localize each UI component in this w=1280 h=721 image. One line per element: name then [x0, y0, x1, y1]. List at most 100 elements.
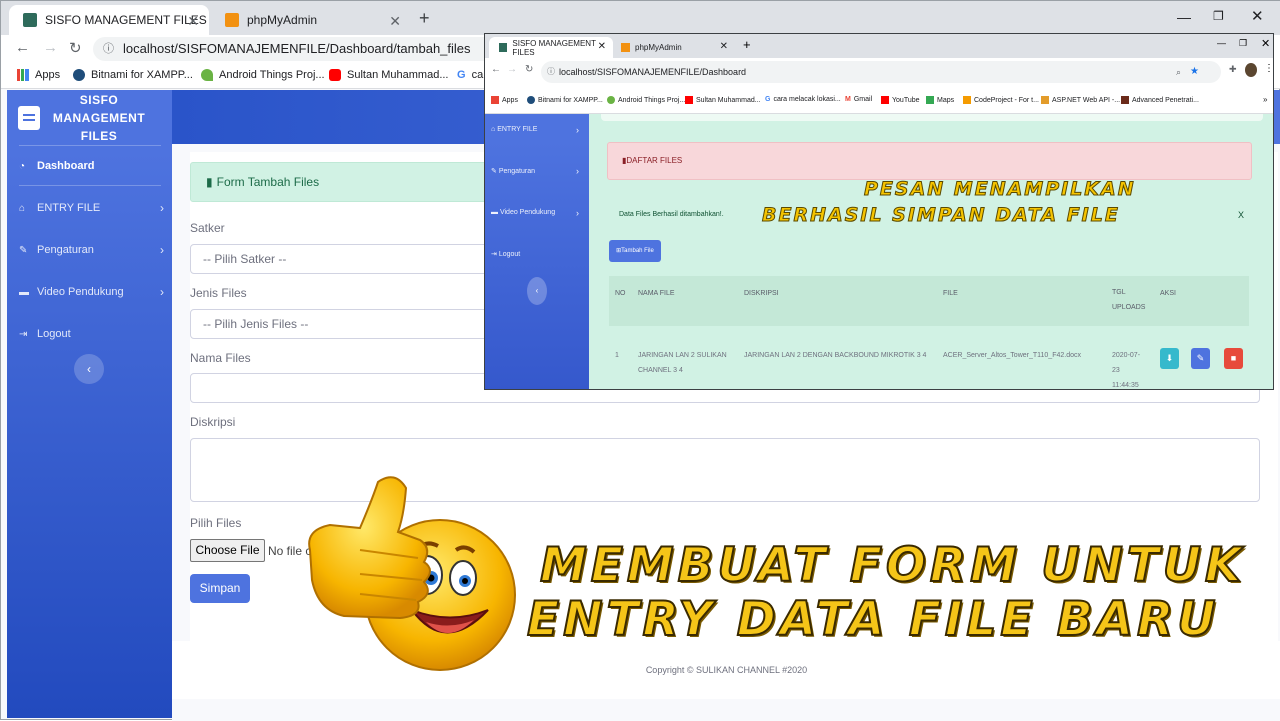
bookmark-gmail[interactable]: M Gmail	[845, 96, 872, 103]
sidebar-item-entry-file[interactable]: ⌂ ENTRY FILE ›	[491, 125, 583, 135]
chevron-right-icon: ›	[160, 285, 164, 299]
folder-icon: ▬	[491, 209, 500, 216]
bookmark-label: CodeProject - For t...	[974, 96, 1039, 104]
close-icon[interactable]: ✕	[389, 13, 401, 30]
new-tab-icon[interactable]: +	[743, 37, 751, 52]
bookmark-aspnet[interactable]: ASP.NET Web API -...	[1041, 96, 1120, 104]
restore-icon[interactable]: ❐	[1239, 38, 1247, 49]
sidebar-toggle-button[interactable]: ‹	[527, 277, 547, 305]
chevron-right-icon: ›	[160, 201, 164, 215]
edit-icon: ✎	[1196, 353, 1205, 363]
satker-label: Satker	[190, 221, 225, 235]
td-nama: JARINGAN LAN 2 SULIKAN CHANNEL 3 4	[638, 352, 727, 374]
bookmark-maps[interactable]: Maps	[926, 96, 954, 104]
bookmark-android[interactable]: Android Things Proj...	[201, 69, 325, 81]
more-bookmarks-icon[interactable]: »	[1263, 95, 1267, 104]
bookmark-label: YouTube	[892, 96, 920, 104]
bookmark-label: Apps	[502, 96, 518, 104]
reload-icon[interactable]: ↻	[525, 64, 533, 75]
alert-close-button[interactable]: X	[1238, 210, 1244, 220]
restore-icon[interactable]: ❐	[1213, 9, 1224, 23]
chevron-left-icon: ‹	[87, 362, 91, 376]
sidebar-item-label: Logout	[37, 328, 71, 340]
minimize-icon[interactable]: —	[1217, 38, 1226, 48]
overlay-tab-phpmyadmin[interactable]: phpMyAdmin ✕	[611, 37, 735, 58]
sidebar-item-logout[interactable]: ⇥ Logout	[491, 250, 583, 258]
edit-button[interactable]: ✎	[1191, 348, 1210, 369]
bookmark-label: Android Things Proj...	[219, 69, 325, 81]
bookmark-penetration[interactable]: Advanced Penetrati...	[1121, 96, 1199, 104]
bookmark-bitnami[interactable]: Bitnami for XAMPP...	[527, 96, 603, 104]
chevron-right-icon: ›	[576, 125, 579, 135]
avatar[interactable]	[1245, 63, 1257, 77]
download-button[interactable]: ⬇	[1160, 348, 1179, 369]
overlay-url-input[interactable]: ⓘ localhost/SISFOMANAJEMENFILE/Dashboard…	[541, 61, 1221, 83]
sidebar-item-video[interactable]: ▬ Video Pendukung ›	[491, 208, 583, 218]
overlay-tab-sisfo[interactable]: SISFO MANAGEMENT FILES ✕	[489, 37, 613, 58]
sidebar-item-entry-file[interactable]: ⌂ ENTRY FILE ›	[19, 201, 164, 215]
tab-phpmyadmin[interactable]: phpMyAdmin ✕	[211, 5, 411, 35]
wrench-icon: ✎	[491, 168, 499, 175]
menu-dots-icon[interactable]: ⋮	[1264, 63, 1273, 74]
brand-line1: SISFO	[79, 93, 119, 107]
bookmark-sultan[interactable]: Sultan Muhammad...	[685, 96, 761, 104]
simpan-button[interactable]: Simpan	[190, 574, 250, 603]
bookmark-label: Gmail	[853, 96, 873, 103]
sidebar-item-label: ENTRY FILE	[37, 202, 101, 214]
bookmark-label: ca	[471, 69, 484, 81]
tambah-file-button[interactable]: ⊞Tambah File	[609, 240, 661, 262]
bookmark-bitnami[interactable]: Bitnami for XAMPP...	[73, 69, 193, 81]
sidebar-item-logout[interactable]: ⇥ Logout	[19, 328, 164, 340]
close-window-icon[interactable]: ✕	[1251, 7, 1264, 25]
sidebar-toggle-button[interactable]: ‹	[74, 354, 104, 384]
forward-icon[interactable]: →	[43, 39, 58, 56]
google-icon: G	[457, 69, 466, 81]
zoom-icon[interactable]: ⌕	[1176, 61, 1181, 83]
bookmark-android[interactable]: Android Things Proj...	[607, 96, 685, 104]
bookmark-apps[interactable]: Apps	[491, 96, 518, 104]
table-row: 1 JARINGAN LAN 2 SULIKAN CHANNEL 3 4 JAR…	[609, 326, 1249, 389]
bookmark-youtube[interactable]: YouTube	[881, 96, 920, 104]
youtube-icon	[329, 69, 341, 81]
delete-button[interactable]: ■	[1224, 348, 1243, 369]
star-icon[interactable]: ★	[1190, 61, 1199, 83]
new-tab-icon[interactable]: +	[419, 8, 430, 29]
sidebar-item-video[interactable]: ▬ Video Pendukung ›	[19, 285, 164, 299]
bookmark-youtube-sultan[interactable]: Sultan Muhammad...	[329, 69, 449, 81]
caption-title-line1: MEMBUAT FORM UNTUK	[539, 537, 1246, 594]
bookmark-google[interactable]: Gcara melacak lokasi...	[765, 96, 841, 103]
sidebar-item-dashboard[interactable]: ◔ Dashboard	[19, 160, 164, 172]
file-icon: ▮	[206, 175, 213, 189]
td-tgl: 2020-07-23 11:44:35	[1112, 352, 1141, 389]
caption-pesan-line2: BERHASIL SIMPAN DATA FILE	[762, 204, 1120, 227]
bookmark-google[interactable]: Gca	[457, 69, 483, 81]
back-icon[interactable]: ←	[15, 39, 30, 56]
tab-sisfo[interactable]: SISFO MANAGEMENT FILES ✕	[9, 5, 209, 35]
sidebar-item-pengaturan[interactable]: ✎ Pengaturan ›	[19, 243, 164, 257]
close-icon[interactable]: ✕	[720, 41, 728, 52]
choose-file-button[interactable]: Choose File	[190, 539, 265, 562]
forward-icon[interactable]: →	[507, 64, 517, 75]
sidebar-item-pengaturan[interactable]: ✎ Pengaturan ›	[491, 166, 583, 176]
back-icon[interactable]: ←	[491, 64, 501, 75]
apps-grid-icon	[491, 96, 499, 104]
overlay-sidebar: ⌂ ENTRY FILE › ✎ Pengaturan › ▬ Video Pend…	[485, 114, 589, 389]
url-text: localhost/SISFOMANAJEMENFILE/Dashboard/t…	[123, 41, 471, 56]
bookmark-label: Android Things Proj...	[618, 96, 686, 104]
gmail-icon: M	[845, 96, 851, 103]
close-icon[interactable]: ✕	[598, 41, 606, 52]
bookmark-apps[interactable]: Apps	[17, 69, 60, 81]
daftar-files-header: ▮DAFTAR FILES	[607, 142, 1252, 180]
sisfo-favicon-icon	[499, 43, 508, 52]
tachometer-icon: ◔	[19, 160, 26, 172]
sidebar-item-label: Logout	[498, 251, 521, 258]
sidebar-brand[interactable]: SISFO MANAGEMENT FILES	[7, 90, 172, 144]
extension-icon[interactable]: ✚	[1229, 64, 1237, 75]
th-file: FILE	[943, 290, 958, 297]
close-window-icon[interactable]: ✕	[1261, 37, 1270, 50]
minimize-icon[interactable]: —	[1177, 9, 1191, 25]
close-icon[interactable]: ✕	[187, 13, 199, 30]
reload-icon[interactable]: ↻	[69, 39, 82, 57]
youtube-icon	[881, 96, 889, 104]
bookmark-codeproject[interactable]: CodeProject - For t...	[963, 96, 1039, 104]
